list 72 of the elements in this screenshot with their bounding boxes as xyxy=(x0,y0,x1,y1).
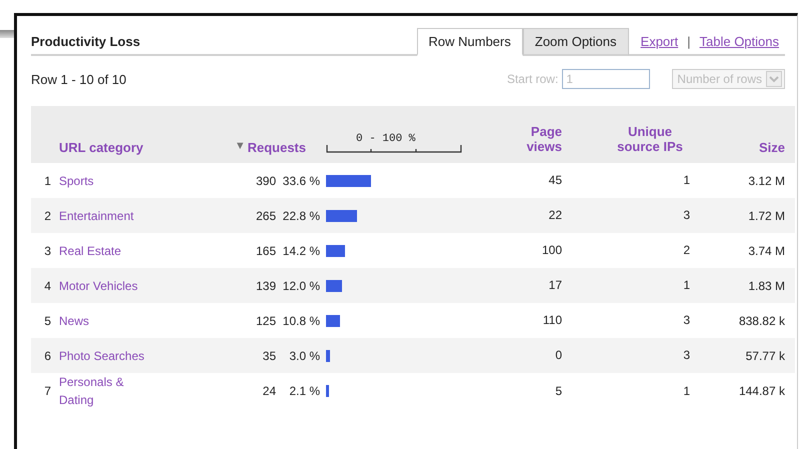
table-cell-text: 0 xyxy=(554,348,562,363)
table-cell: 165 xyxy=(256,244,276,258)
category-link[interactable]: Photo Searches xyxy=(59,346,151,364)
table-cell-text: 3.12 M xyxy=(747,174,785,188)
table-cell-text: 144.87 k xyxy=(738,384,785,398)
column-header[interactable]: URL category xyxy=(59,140,214,155)
table-cell-text: 5 xyxy=(554,384,562,398)
category-link[interactable]: Entertainment xyxy=(59,206,151,224)
table-cell-text: 3 xyxy=(682,313,690,328)
row-number: 7 xyxy=(43,384,52,398)
table-cell: 139 xyxy=(256,278,276,292)
table-cell-text: 45 xyxy=(548,173,562,188)
row-number: 5 xyxy=(43,314,52,328)
table-cell-text: 2.1 % xyxy=(288,384,320,398)
table-options-link[interactable]: Table Options xyxy=(700,34,779,49)
row-number: 3 xyxy=(43,244,52,258)
start-row-label: Start row: xyxy=(506,72,558,86)
column-header[interactable]: Requests xyxy=(247,140,306,155)
category-link[interactable]: Sports xyxy=(59,172,151,190)
row-number: 2 xyxy=(43,208,52,222)
table-cell-text: 14.2 % xyxy=(282,244,320,258)
row-number: 4 xyxy=(43,278,52,292)
table-cell-text: 110 xyxy=(542,313,562,328)
category-link[interactable]: News xyxy=(59,312,151,330)
percent-bar xyxy=(326,385,329,397)
table-cell-text: 3 xyxy=(682,348,690,363)
sort-arrow: ▼ xyxy=(234,140,246,154)
percent-bar xyxy=(326,314,340,326)
table-cell: 390 xyxy=(256,174,276,188)
dropdown-caret-icon xyxy=(766,71,782,87)
category-link[interactable]: Personals & Dating xyxy=(59,373,151,409)
percent-bar xyxy=(326,210,357,222)
table-cell-text: 1 xyxy=(682,384,690,398)
row-range: Row 1 - 10 of 10 xyxy=(31,72,126,86)
table-cell-text: 22 xyxy=(548,208,562,223)
table-cell-text: 100 xyxy=(540,243,562,258)
table-cell-text: 2 xyxy=(682,243,690,258)
table-cell-text: 12.0 % xyxy=(282,278,320,292)
table-cell-text: 57.77 k xyxy=(744,348,785,362)
tab[interactable]: Zoom Options xyxy=(522,28,629,56)
row-number: 1 xyxy=(43,174,52,188)
table-cell: 24 xyxy=(262,384,276,398)
scale-label: 0 - 100 % xyxy=(356,133,416,145)
column-header[interactable]: Page views xyxy=(464,124,562,155)
table-cell-text: 3.74 M xyxy=(747,244,785,258)
row-number: 6 xyxy=(43,348,52,362)
percent-bar xyxy=(326,280,342,292)
table-cell-text: 1.83 M xyxy=(747,278,785,292)
table-cell-text: 22.8 % xyxy=(282,208,320,222)
table-cell-text: 3 xyxy=(682,208,690,223)
table-cell-text: 838.82 k xyxy=(738,314,785,328)
export-link[interactable]: Export xyxy=(640,34,678,49)
tab[interactable]: Row Numbers xyxy=(416,28,523,56)
table-cell-text: 1 xyxy=(682,173,690,188)
column-header[interactable]: Unique source IPs xyxy=(562,124,690,155)
table-cell-text: 10.8 % xyxy=(282,314,320,328)
table-cell: 125 xyxy=(256,314,276,328)
percent-bar xyxy=(326,350,330,362)
table-cell: 265 xyxy=(256,208,276,222)
table-cell-text: 3.0 % xyxy=(288,348,320,362)
table-cell-text: 1 xyxy=(682,278,690,293)
link-separator: | xyxy=(687,34,690,49)
column-header[interactable]: Size xyxy=(690,140,785,155)
table-cell-text: 33.6 % xyxy=(282,174,320,188)
category-link[interactable]: Motor Vehicles xyxy=(59,276,151,294)
panel-title: Productivity Loss xyxy=(31,34,140,49)
table-cell-text: 17 xyxy=(548,278,562,293)
category-link[interactable]: Real Estate xyxy=(59,242,151,260)
percent-bar xyxy=(326,174,372,186)
table-cell-text: 1.72 M xyxy=(747,208,785,222)
percent-bar xyxy=(326,244,346,256)
table-cell: 35 xyxy=(262,348,276,362)
